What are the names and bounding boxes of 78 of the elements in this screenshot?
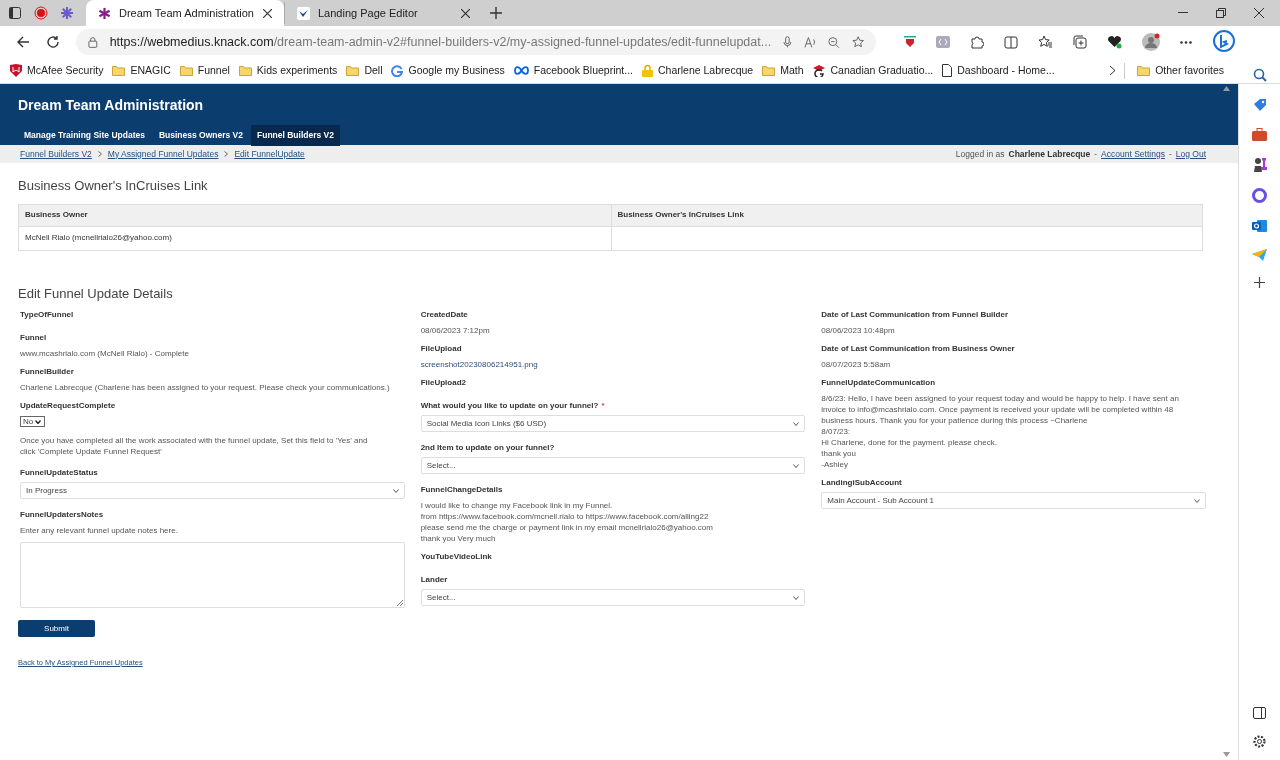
help-text: Once you have completed all the work associated with the funnel update, Set this field to 'Yes' and click 'Complete Update Funnel Request' [20, 435, 369, 457]
field-label: Lander [420, 574, 449, 585]
section-title: Edit Funnel Update Details [18, 284, 174, 303]
header-link[interactable]: Log Out [1175, 147, 1206, 161]
browser-tab[interactable]: Landing Page Editor [284, 2, 482, 24]
submit-button[interactable]: Submit [18, 620, 95, 637]
field-label: FunnelChangeDetails [420, 484, 504, 495]
nav-tab[interactable]: Funnel Builders V2 [251, 125, 340, 146]
breadcrumb-link[interactable]: Funnel Builders V2 [20, 147, 92, 161]
field-label: FileUpload2 [420, 377, 467, 388]
bookmark-item[interactable]: McAfee Security [10, 62, 104, 79]
bookmark-item[interactable]: Facebook Blueprint... [513, 62, 633, 79]
dropdown[interactable]: Social Media Icon Links ($6 USD) [420, 415, 806, 432]
field-label: Date of Last Communication from Business Owner [821, 343, 1016, 354]
field-label: Date of Last Communication from Funnel Builder [821, 309, 1009, 320]
separator-dash: - [1094, 147, 1098, 161]
bookmark-item[interactable]: Dashboard - Home... [942, 62, 1055, 79]
bookmark-item[interactable]: Kids experiments [238, 62, 338, 79]
dropdown[interactable]: Select... [420, 589, 806, 606]
text-line: please send me the charge or payment link in my email mcnellrialo26@yahoo.com [420, 522, 714, 533]
column-header: Business Owner [19, 204, 611, 227]
bookmark-item[interactable]: ENAGIC [112, 62, 171, 79]
field-value: www.mcashrialo.com (McNell Rialo) - Complete [20, 348, 190, 359]
user-name: Charlene Labrecque [1008, 147, 1091, 161]
field-value: 08/06/2023 7:12pm [420, 325, 491, 336]
field-value: 08/06/2023 10:48pm [821, 325, 896, 336]
bookmark-item[interactable]: Canadian Graduatio... [812, 62, 934, 79]
field-label: FunnelUpdateStatus [20, 467, 99, 478]
breadcrumb-link[interactable]: My Assigned Funnel Updates [107, 147, 219, 161]
field-label: FunnelBuilder [20, 366, 75, 377]
bookmark-item[interactable]: Google my Business [391, 62, 505, 79]
field-label: UpdateRequestComplete [20, 400, 117, 411]
field-label: Funnel [20, 332, 48, 343]
field-label: FunnelUpdatersNotes [20, 509, 105, 520]
required-asterisk: * [601, 400, 605, 411]
url-path: /dream-team-admin-v2#funnel-builders-v2/my-assigned-funnel-updates/edit-funnelupdat... [273, 34, 772, 49]
breadcrumb-link[interactable]: Edit FunnelUpdate [234, 147, 305, 161]
text-line: 8/6/23: Hello, I have been assigned to your request today and would be happy to help. I have sent an invoice to info@mcashrialo.com. Once payment is received your update will be completed within 48 business hours. Thank you for your patience during this process ~Charlene [821, 393, 1180, 426]
header-link[interactable]: Account Settings [1101, 147, 1165, 161]
nav-tab[interactable]: Manage Training Site Updates [18, 125, 151, 146]
separator-dash: - [1168, 147, 1172, 161]
bookmark-item[interactable]: Charlene Labrecque [642, 62, 754, 79]
field-label: CreatedDate [420, 309, 469, 320]
text-line: thank you [821, 448, 858, 459]
text-line: from https://www.facebook.com/mcnell.rialo to https://www.facebook.com/alling22 [420, 511, 710, 522]
help-text: Enter any relevant funnel update notes here. [20, 525, 179, 536]
field-label: LandingiSubAccount [821, 477, 903, 488]
bookmark-item[interactable]: Math [762, 62, 804, 79]
bookmark-folder[interactable]: Other favorites [1137, 62, 1224, 79]
text-line: Hi Charlene, done for the payment. please check. [821, 437, 998, 448]
browser-tab[interactable]: Dream Team Administration [86, 0, 284, 26]
app-title: Dream Team Administration [18, 96, 205, 114]
column-header: Business Owner's InCruises Link [610, 204, 1202, 227]
url-host: https://webmedius.knack.com [109, 34, 274, 49]
dropdown[interactable]: Select... [420, 457, 806, 474]
field-value: 08/07/2023 5:58am [821, 359, 892, 370]
text-line: I would like to change my Facebook link in my Funnel. [420, 500, 614, 511]
address-bar[interactable]: https://webmedius.knack.com/dream-team-admin-v2#funnel-builders-v2/my-assigned-funnel-updates/edit-funnelupdat... [76, 29, 876, 55]
bookmark-item[interactable]: Dell [346, 62, 383, 79]
field-label: 2nd Item to update on your funnel? [420, 442, 556, 453]
field-value: Charlene Labrecque (Charlene has been assigned to your request. Please check your communications.) [20, 382, 391, 393]
file-link[interactable]: screenshot20230806214951.png [420, 359, 806, 370]
table-cell-text: McNell Rialo (mcnellrialo26@yahoo.com) [24, 232, 173, 244]
nav-tab[interactable]: Business Owners V2 [152, 125, 249, 146]
login-label: Logged in as [955, 147, 1005, 161]
field-label: FunnelUpdateCommunication [821, 377, 937, 388]
field-label: FileUpload [420, 343, 463, 354]
dropdown[interactable]: Main Account - Sub Account 1 [821, 492, 1206, 509]
field-label: YouTubeVideoLink [420, 551, 493, 562]
section-title: Business Owner's InCruises Link [18, 177, 209, 195]
dropdown[interactable]: In Progress [20, 482, 405, 499]
field-label: What would you like to update on your funnel? [420, 400, 599, 411]
text-line: -Ashley [821, 459, 849, 470]
text-line: thank you Very much [420, 533, 497, 544]
dropdown[interactable]: No [20, 416, 45, 427]
text-line: 8/07/23: [821, 426, 852, 437]
bookmark-item[interactable]: Funnel [179, 62, 230, 79]
field-label: TypeOfFunnel [20, 309, 75, 320]
